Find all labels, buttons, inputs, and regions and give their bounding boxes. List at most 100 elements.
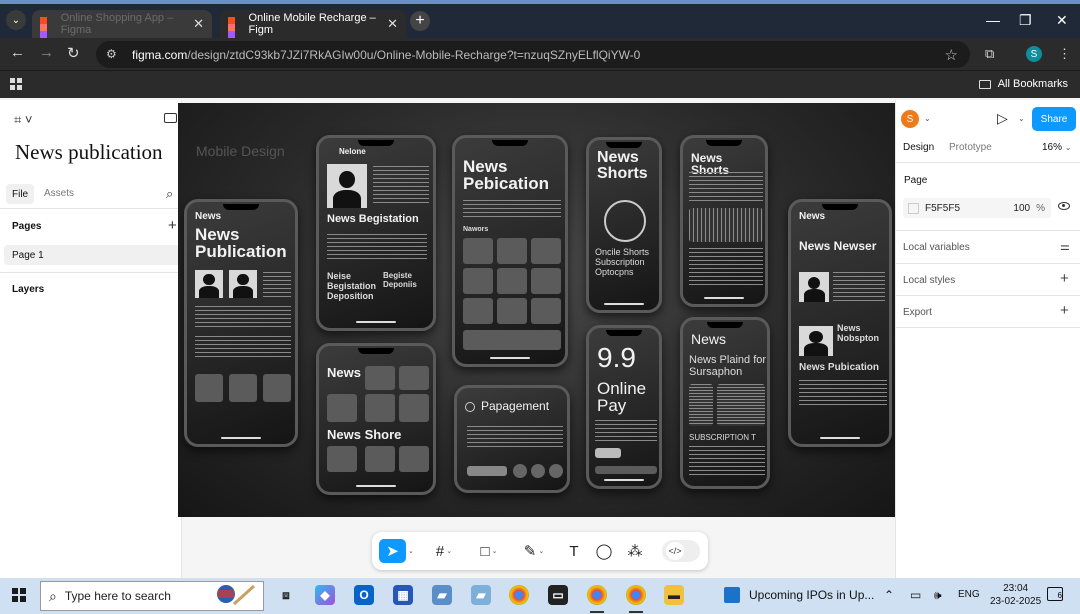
zoom-level[interactable]: 16% ⌄: [1042, 142, 1072, 153]
code-icon: </>: [666, 542, 684, 560]
mockup-image[interactable]: Mobile Design News News Publication Nelo…: [178, 103, 895, 517]
window-close-icon[interactable]: ✕: [1056, 12, 1068, 29]
phone-mockup-papagement: Papagement: [454, 385, 570, 493]
export[interactable]: Export: [903, 307, 932, 318]
local-variables[interactable]: Local variables: [903, 242, 970, 253]
cricket-widget-icon[interactable]: [208, 582, 256, 608]
close-icon[interactable]: ✕: [387, 16, 398, 32]
app-icon[interactable]: ▰: [471, 585, 491, 605]
restore-icon[interactable]: ❐: [1019, 12, 1032, 29]
local-styles[interactable]: Local styles: [903, 275, 955, 286]
search-placeholder: Type here to search: [64, 589, 171, 603]
shape-tool[interactable]: □ ⌄: [475, 539, 503, 563]
phone-label: Nawors: [463, 226, 489, 233]
news-widget-text[interactable]: Upcoming IPOs in Up...: [749, 588, 874, 602]
present-play-icon[interactable]: ▷: [997, 110, 1008, 127]
pages-heading: Pages: [12, 221, 42, 232]
add-page-icon[interactable]: +: [168, 217, 177, 234]
pen-tool[interactable]: ✎ ⌄: [520, 539, 548, 563]
reload-icon[interactable]: ↻: [67, 44, 80, 62]
actions-tool[interactable]: ⁂: [625, 539, 645, 563]
phone-mockup-registration: Nelone News Begistation Neise Begistatio…: [316, 135, 436, 331]
file-explorer-icon[interactable]: ▬: [664, 585, 684, 605]
chrome-profile-icon[interactable]: [587, 585, 607, 605]
text-tool[interactable]: T: [564, 539, 584, 563]
extensions-icon[interactable]: ⧉: [985, 46, 994, 62]
page-item[interactable]: Page 1: [4, 245, 180, 265]
app-icon[interactable]: ▰: [432, 585, 452, 605]
tab-search-dropdown[interactable]: ⌄: [6, 10, 26, 30]
comment-tool[interactable]: ◯: [594, 539, 614, 563]
clock-date: 23-02-2025: [990, 596, 1042, 607]
phone-mockup-online-pay: 9.9 Online Pay: [586, 325, 662, 489]
tab-design[interactable]: Design: [903, 142, 934, 153]
clock-time: 23:04: [1003, 583, 1029, 594]
chrome-profile-icon[interactable]: [626, 585, 646, 605]
page-color-field[interactable]: F5F5F5 100 %: [903, 198, 1051, 218]
store-icon[interactable]: ▦: [393, 585, 413, 605]
new-tab-button[interactable]: +: [410, 11, 430, 31]
chevron-down-icon[interactable]: ⌄: [924, 114, 931, 123]
move-tool-caret[interactable]: ⌄: [408, 539, 414, 563]
add-export-icon[interactable]: +: [1060, 302, 1069, 319]
volume-icon[interactable]: 🕪: [934, 588, 942, 603]
copilot-icon[interactable]: ◆: [315, 585, 335, 605]
chrome-icon[interactable]: [509, 585, 529, 605]
bookmark-star-icon[interactable]: ☆: [945, 46, 958, 64]
chevron-down-icon[interactable]: ⌄: [1018, 114, 1025, 123]
sidebar-toggle-icon[interactable]: [164, 113, 177, 123]
tab-prototype[interactable]: Prototype: [949, 142, 992, 153]
news-widget-icon[interactable]: [724, 587, 740, 603]
rectangle-icon: □: [480, 542, 490, 560]
forward-icon[interactable]: →: [39, 44, 54, 61]
windows-start-icon[interactable]: [12, 588, 26, 602]
divider: [0, 208, 182, 209]
language-indicator[interactable]: ENG: [958, 589, 980, 600]
folder-icon: [978, 79, 991, 89]
chevron-up-icon[interactable]: ⌃: [884, 588, 894, 602]
tab-online-mobile-recharge[interactable]: Online Mobile Recharge – Figm ✕: [220, 10, 406, 45]
clock[interactable]: 23:04 23-02-2025: [990, 582, 1041, 608]
add-style-icon[interactable]: +: [1060, 270, 1069, 287]
phone-title: Online Pay: [597, 379, 647, 416]
all-bookmarks-button[interactable]: All Bookmarks: [978, 78, 1068, 90]
terminal-icon[interactable]: ▭: [548, 585, 568, 605]
outlook-icon[interactable]: O: [354, 585, 374, 605]
avatar: [799, 326, 833, 356]
phone-footer: SUBSCRIPTION T: [689, 433, 756, 442]
site-info-icon[interactable]: ⚙: [106, 47, 122, 63]
minimize-icon[interactable]: —: [986, 12, 1000, 28]
frame-tool[interactable]: # ⌄: [430, 539, 458, 563]
comment-icon: ◯: [595, 543, 613, 560]
phone-mockup-pebication: News Pebication Nawors: [452, 135, 568, 367]
image-watermark: Mobile Design: [196, 143, 285, 159]
figma-menu-icon[interactable]: ⌗ ˅: [14, 112, 33, 128]
profile-avatar[interactable]: S: [1026, 46, 1042, 62]
variables-icon[interactable]: ⚌: [1060, 240, 1070, 253]
file-name[interactable]: News publication: [15, 140, 163, 165]
share-button[interactable]: Share: [1032, 107, 1076, 131]
dev-mode-toggle[interactable]: </>: [662, 540, 700, 562]
page-opacity[interactable]: 100: [1013, 203, 1030, 214]
all-bookmarks-label: All Bookmarks: [997, 78, 1068, 90]
tab-online-shopping[interactable]: Online Shopping App – Figma ✕: [32, 10, 212, 45]
phone-title: News Begistation: [327, 213, 419, 225]
eye-icon[interactable]: [1058, 202, 1070, 210]
apps-grid-icon[interactable]: [10, 78, 22, 90]
menu-kebab-icon[interactable]: ⋮: [1058, 46, 1071, 62]
url-field[interactable]: ⚙ figma.com /design/ztdC93kb7JZi7RkAGIw0…: [96, 41, 970, 68]
task-view-icon[interactable]: ⧈: [276, 585, 296, 605]
design-canvas[interactable]: Mobile Design News News Publication Nelo…: [178, 100, 895, 578]
tab-assets[interactable]: Assets: [44, 188, 74, 199]
back-icon[interactable]: ←: [10, 44, 25, 61]
move-tool[interactable]: ➤: [379, 539, 406, 563]
page-color-hex[interactable]: F5F5F5: [925, 203, 960, 214]
search-icon[interactable]: ⌕: [166, 186, 173, 202]
notification-icon[interactable]: 6: [1047, 587, 1063, 601]
close-icon[interactable]: ✕: [193, 16, 204, 32]
circle-graphic: [604, 200, 646, 242]
user-avatar[interactable]: S: [901, 110, 919, 128]
tab-file[interactable]: File: [6, 184, 35, 204]
battery-icon[interactable]: ▭: [910, 588, 921, 602]
color-swatch[interactable]: [908, 202, 919, 214]
